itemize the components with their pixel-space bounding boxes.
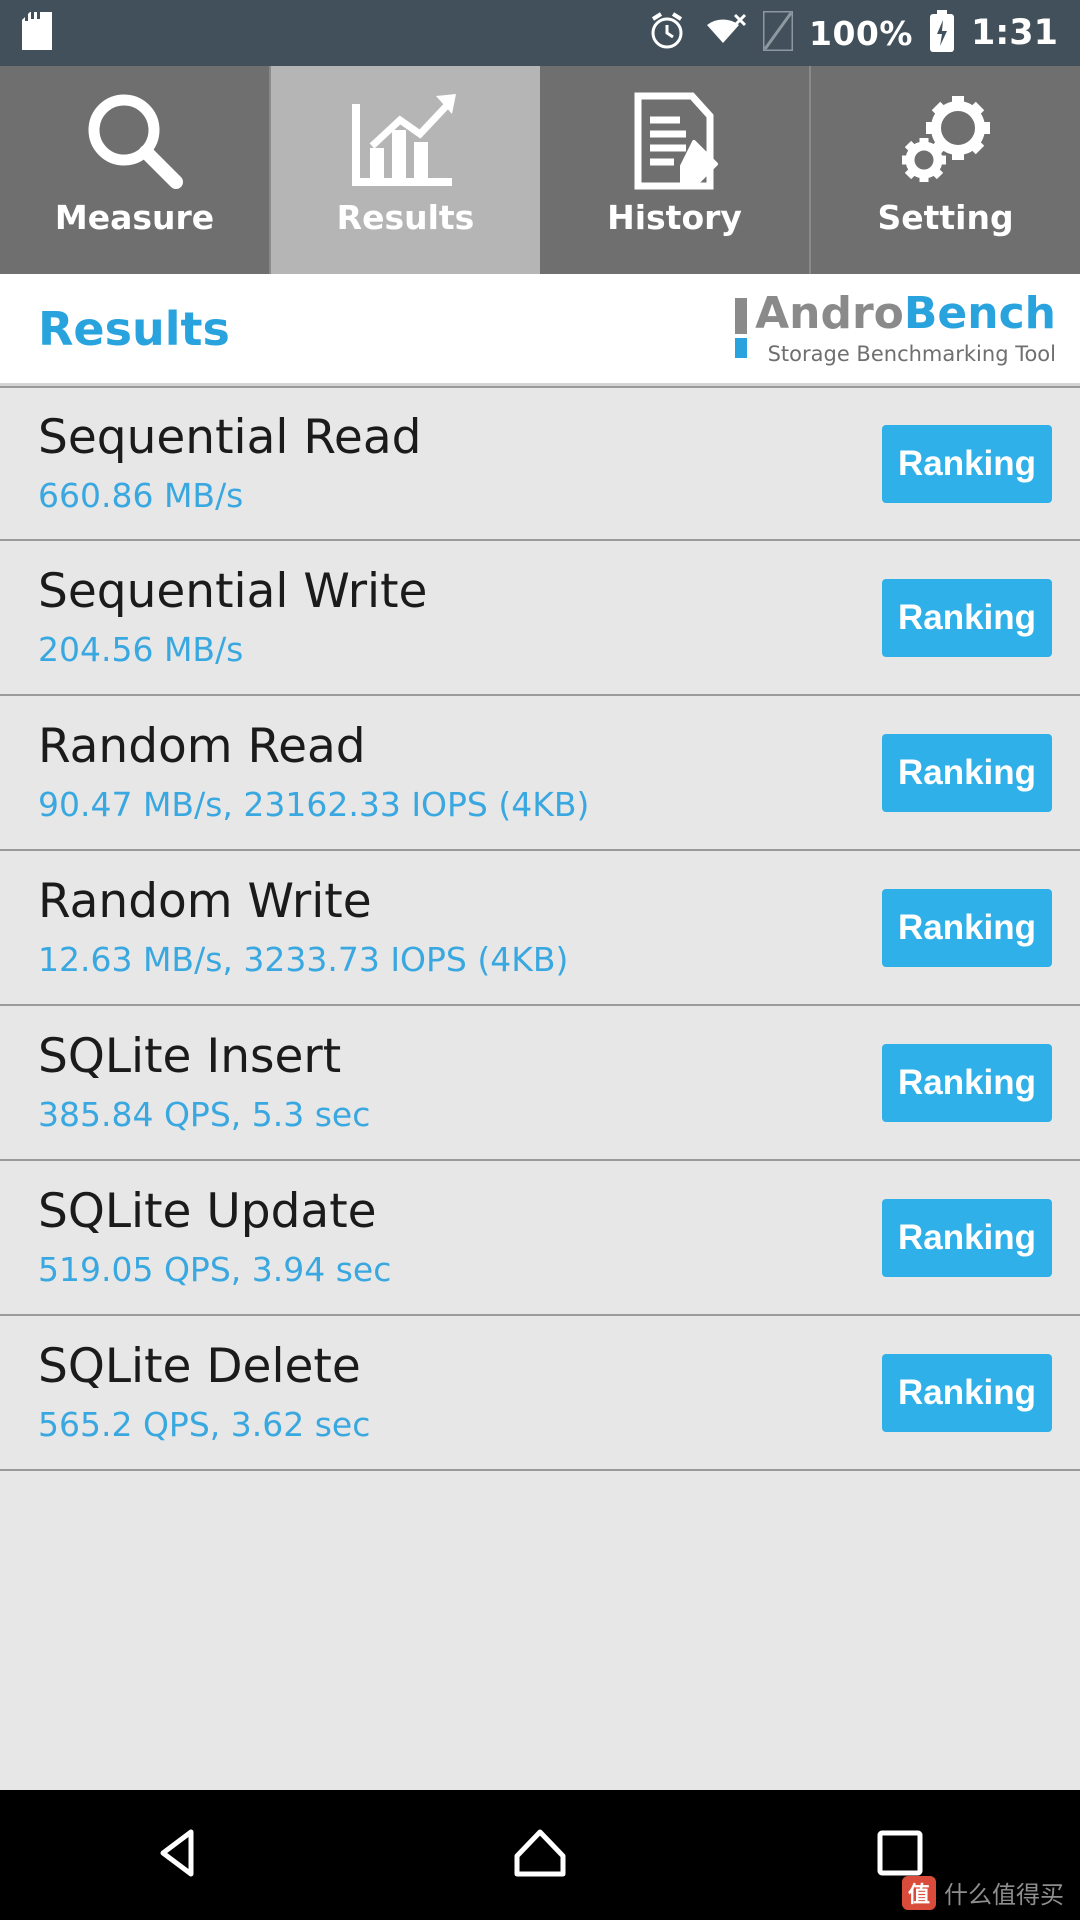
ranking-button[interactable]: Ranking: [882, 578, 1052, 657]
brand-subtitle: Storage Benchmarking Tool: [767, 341, 1056, 366]
ranking-button[interactable]: Ranking: [882, 1043, 1052, 1122]
tab-history[interactable]: History: [540, 66, 809, 274]
system-nav-bar: 值 什么值得买: [0, 1790, 1080, 1920]
watermark: 值 什么值得买: [902, 1875, 1064, 1910]
brand-name-part2: Bench: [903, 287, 1056, 339]
app-root: 100% 1:31 Measure Results History Settin…: [0, 0, 1080, 1920]
tab-measure[interactable]: Measure: [0, 66, 269, 274]
result-value: 519.05 QPS, 3.94 sec: [38, 1249, 392, 1289]
recents-square-icon: [876, 1829, 924, 1881]
table-row[interactable]: Random Write 12.63 MB/s, 3233.73 IOPS (4…: [0, 851, 1080, 1006]
page-title: Results: [38, 301, 230, 356]
tab-history-label: History: [607, 198, 742, 237]
watermark-text: 什么值得买: [944, 1881, 1064, 1909]
brand-logo: AndroBench Storage Benchmarking Tool: [735, 291, 1056, 366]
result-text: Random Read 90.47 MB/s, 23162.33 IOPS (4…: [38, 721, 589, 824]
result-name: Sequential Write: [38, 564, 428, 620]
result-name: SQLite Update: [38, 1184, 377, 1240]
no-sim-icon: [761, 9, 795, 55]
watermark-badge: 值: [902, 1875, 936, 1910]
page-header: Results AndroBench Storage Benchmarking …: [0, 274, 1080, 386]
back-triangle-icon: [157, 1828, 203, 1882]
nav-home-button[interactable]: [480, 1790, 600, 1920]
ranking-button[interactable]: Ranking: [882, 733, 1052, 812]
home-icon: [513, 1828, 567, 1882]
battery-percent-label: 100%: [808, 13, 913, 53]
result-text: Sequential Read 660.86 MB/s: [38, 412, 421, 515]
results-list: Sequential Read 660.86 MB/s Ranking Sequ…: [0, 386, 1080, 1790]
result-text: Sequential Write 204.56 MB/s: [38, 566, 427, 669]
result-name: SQLite Delete: [38, 1339, 361, 1395]
table-row[interactable]: Sequential Write 204.56 MB/s Ranking: [0, 541, 1080, 696]
result-value: 204.56 MB/s: [38, 629, 244, 669]
magnifier-icon: [80, 88, 190, 196]
result-value: 12.63 MB/s, 3233.73 IOPS (4KB): [38, 939, 569, 979]
result-name: Random Write: [38, 874, 372, 930]
status-bar-right: 100% 1:31: [647, 9, 1058, 56]
result-name: Sequential Read: [38, 410, 422, 466]
tab-setting-label: Setting: [877, 198, 1014, 237]
result-value: 565.2 QPS, 3.62 sec: [38, 1404, 371, 1444]
result-text: Random Write 12.63 MB/s, 3233.73 IOPS (4…: [38, 876, 568, 979]
tab-setting[interactable]: Setting: [809, 66, 1080, 274]
ranking-button[interactable]: Ranking: [882, 1353, 1052, 1432]
tab-measure-label: Measure: [54, 198, 215, 237]
result-name: SQLite Insert: [38, 1029, 342, 1085]
result-value: 90.47 MB/s, 23162.33 IOPS (4KB): [38, 784, 590, 824]
gears-icon: [888, 88, 1003, 196]
brand-name-part1: Andro: [755, 287, 904, 339]
table-row[interactable]: SQLite Insert 385.84 QPS, 5.3 sec Rankin…: [0, 1006, 1080, 1161]
brand-bars-icon: [735, 297, 748, 358]
nav-back-button[interactable]: [120, 1790, 240, 1920]
result-text: SQLite Delete 565.2 QPS, 3.62 sec: [38, 1341, 370, 1444]
battery-charging-icon: [929, 10, 955, 56]
result-value: 660.86 MB/s: [38, 475, 244, 515]
ranking-button[interactable]: Ranking: [882, 888, 1052, 967]
tab-bar: Measure Results History Setting: [0, 66, 1080, 274]
status-bar-left: [22, 12, 52, 54]
table-row[interactable]: Random Read 90.47 MB/s, 23162.33 IOPS (4…: [0, 696, 1080, 851]
brand-bar-gray: [735, 297, 748, 334]
document-edit-icon: [620, 88, 730, 196]
result-value: 385.84 QPS, 5.3 sec: [38, 1094, 371, 1134]
clock-label: 1:31: [970, 13, 1058, 53]
alarm-clock-icon: [647, 11, 687, 55]
table-row[interactable]: SQLite Delete 565.2 QPS, 3.62 sec Rankin…: [0, 1316, 1080, 1471]
table-row[interactable]: SQLite Update 519.05 QPS, 3.94 sec Ranki…: [0, 1161, 1080, 1316]
tab-results-label: Results: [336, 198, 475, 237]
result-name: Random Read: [38, 719, 366, 775]
table-row[interactable]: Sequential Read 660.86 MB/s Ranking: [0, 386, 1080, 541]
ranking-button[interactable]: Ranking: [882, 424, 1052, 503]
bar-chart-icon: [348, 88, 463, 196]
brand-bar-blue: [735, 337, 748, 358]
result-text: SQLite Insert 385.84 QPS, 5.3 sec: [38, 1031, 370, 1134]
brand-text: AndroBench Storage Benchmarking Tool: [755, 291, 1056, 366]
status-bar: 100% 1:31: [0, 0, 1080, 66]
result-text: SQLite Update 519.05 QPS, 3.94 sec: [38, 1186, 391, 1289]
wifi-off-icon: [703, 13, 747, 53]
sdcard-icon: [22, 12, 52, 54]
ranking-button[interactable]: Ranking: [882, 1198, 1052, 1277]
tab-results[interactable]: Results: [269, 66, 540, 274]
brand-name: AndroBench: [755, 291, 1056, 336]
